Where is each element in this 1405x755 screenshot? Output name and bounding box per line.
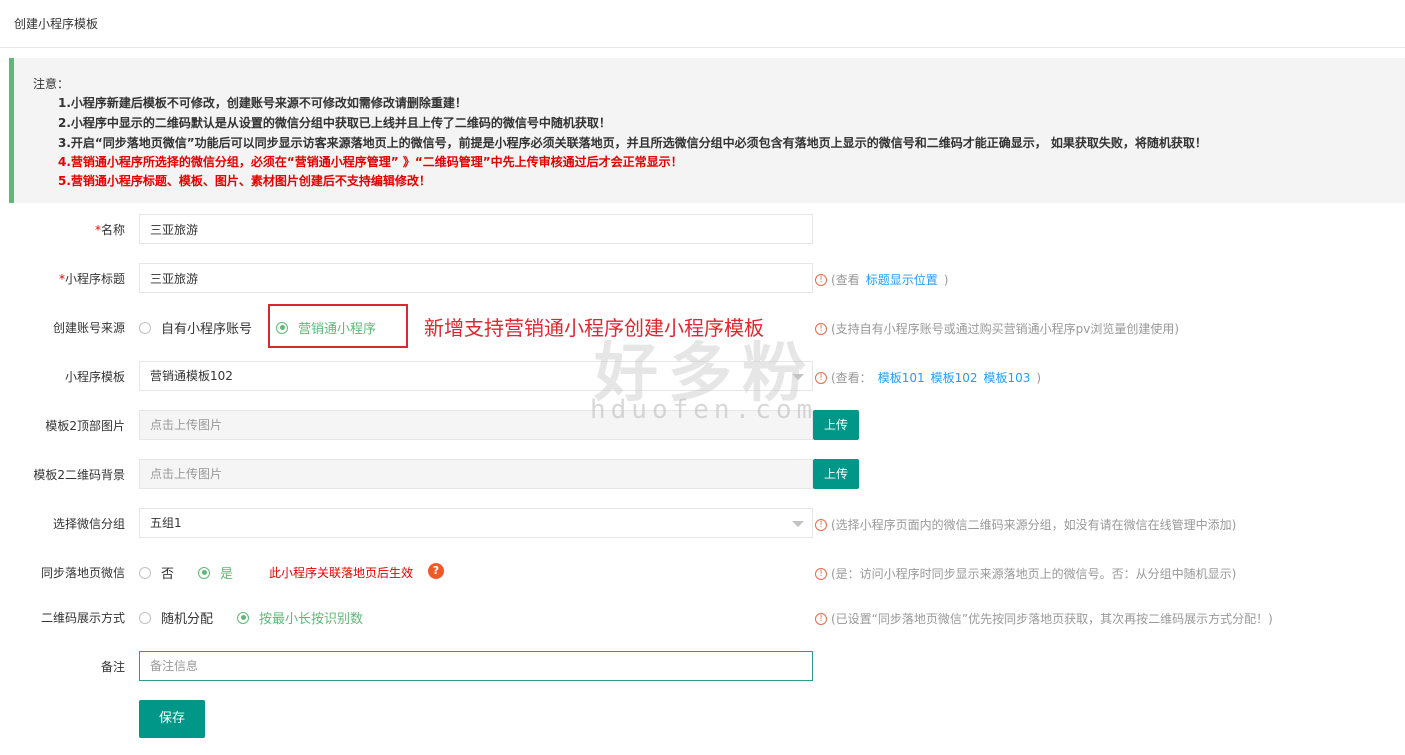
top-image-upload-button[interactable]: 上传 bbox=[813, 410, 859, 440]
title-label-text: 小程序标题 bbox=[64, 272, 125, 286]
radio-label: 随机分配 bbox=[161, 612, 214, 627]
hint-prefix: (查看： bbox=[831, 371, 872, 385]
wechat-group-select[interactable]: 五组1 bbox=[139, 508, 813, 538]
info-circle-icon: ! bbox=[815, 371, 827, 384]
notice-line: 2.小程序中显示的二维码默认是从设置的微信分组中获取已上线并且上传了二维码的微信… bbox=[58, 116, 611, 130]
radio-label: 自有小程序账号 bbox=[161, 322, 253, 337]
top-image-label: 模板2顶部图片 bbox=[45, 419, 125, 433]
radio-circle-icon bbox=[139, 611, 151, 624]
chevron-down-icon bbox=[792, 521, 804, 527]
hint-suffix: ) bbox=[1036, 370, 1042, 385]
radio-random[interactable]: 随机分配 bbox=[139, 608, 213, 627]
radio-own-account[interactable]: 自有小程序账号 bbox=[139, 318, 252, 337]
template-label: 小程序模板 bbox=[64, 370, 125, 384]
title-hint: ! (查看 标题显示位置 ) bbox=[815, 271, 948, 288]
wechat-group-label: 选择微信分组 bbox=[52, 517, 125, 531]
template-101-link[interactable]: 模板101 bbox=[878, 369, 925, 386]
hint-text: (是：访问小程序时同步显示来源落地页上的微信号。否：从分组中随机显示) bbox=[831, 567, 1237, 581]
source-label: 创建账号来源 bbox=[52, 321, 125, 335]
template-102-link[interactable]: 模板102 bbox=[931, 369, 978, 386]
sync-radio-group: 否 是 bbox=[139, 563, 233, 582]
page-title: 创建小程序模板 bbox=[14, 17, 99, 31]
radio-sync-no[interactable]: 否 bbox=[139, 563, 174, 582]
radio-checked-icon bbox=[198, 566, 211, 579]
radio-label: 否 bbox=[161, 567, 175, 582]
question-circle-icon[interactable]: ? bbox=[428, 563, 444, 579]
qr-mode-label: 二维码展示方式 bbox=[40, 611, 125, 625]
radio-circle-icon bbox=[139, 321, 151, 334]
notice-line-warning: 4.营销通小程序所选择的微信分组，必须在“营销通小程序管理” 》“二维码管理”中… bbox=[58, 155, 683, 169]
info-circle-icon: ! bbox=[815, 322, 827, 335]
source-hint: ! (支持自有小程序账号或通过购买营销通小程序pv浏览量创建使用) bbox=[815, 320, 1179, 337]
template-103-link[interactable]: 模板103 bbox=[984, 369, 1031, 386]
radio-label: 按最小长按识别数 bbox=[259, 612, 364, 627]
title-label: *小程序标题 bbox=[59, 270, 125, 287]
hint-text: (选择小程序页面内的微信二维码来源分组，如没有请在微信在线管理中添加) bbox=[831, 518, 1237, 532]
radio-min-scan[interactable]: 按最小长按识别数 bbox=[237, 608, 363, 627]
page-header: 创建小程序模板 bbox=[0, 0, 1405, 48]
info-circle-icon: ! bbox=[815, 567, 827, 580]
remark-label: 备注 bbox=[100, 660, 125, 674]
info-circle-icon: ! bbox=[815, 612, 827, 625]
qr-bg-input[interactable] bbox=[139, 459, 813, 489]
radio-label: 是 bbox=[220, 567, 234, 582]
notice-box: 注意： 1.小程序新建后模板不可修改，创建账号来源不可修改如需修改请删除重建！ … bbox=[9, 58, 1405, 203]
wechat-group-hint: ! (选择小程序页面内的微信二维码来源分组，如没有请在微信在线管理中添加) bbox=[815, 516, 1236, 533]
qr-mode-radio-group: 随机分配 按最小长按识别数 bbox=[139, 608, 363, 627]
notice-line-warning: 5.营销通小程序标题、模板、图片、素材图片创建后不支持编辑修改！ bbox=[58, 174, 431, 188]
notice-line: 3.开启“同步落地页微信”功能后可以同步显示访客来源落地页上的微信号，前提是小程… bbox=[58, 136, 1207, 150]
qr-bg-label: 模板2二维码背景 bbox=[33, 468, 125, 482]
radio-sync-yes[interactable]: 是 bbox=[198, 563, 233, 582]
template-select-value: 营销通模板102 bbox=[150, 369, 233, 383]
sync-effect-note: 此小程序关联落地页后生效 bbox=[269, 566, 414, 580]
name-input[interactable] bbox=[139, 214, 813, 244]
hint-prefix: (查看 bbox=[831, 273, 860, 287]
name-label: *名称 bbox=[95, 221, 125, 238]
qr-mode-hint: ! (已设置“同步落地页微信”优先按同步落地页获取，其次再按二维码展示方式分配！… bbox=[815, 610, 1273, 627]
title-input[interactable] bbox=[139, 263, 813, 293]
hint-suffix: ) bbox=[943, 272, 949, 287]
watermark-url: hduofen.com bbox=[590, 395, 818, 425]
info-circle-icon: ! bbox=[815, 518, 827, 531]
radio-circle-icon bbox=[139, 566, 151, 579]
title-position-link[interactable]: 标题显示位置 bbox=[866, 271, 938, 288]
wechat-group-value: 五组1 bbox=[150, 516, 182, 530]
sync-label: 同步落地页微信 bbox=[40, 566, 125, 580]
sync-hint: ! (是：访问小程序时同步显示来源落地页上的微信号。否：从分组中随机显示) bbox=[815, 565, 1236, 582]
name-label-text: 名称 bbox=[100, 223, 125, 237]
notice-line: 1.小程序新建后模板不可修改，创建账号来源不可修改如需修改请删除重建！ bbox=[58, 96, 467, 110]
hint-text: (已设置“同步落地页微信”优先按同步落地页获取，其次再按二维码展示方式分配！) bbox=[831, 612, 1273, 626]
save-button[interactable]: 保存 bbox=[139, 700, 205, 738]
template-hint: ! (查看： 模板101 模板102 模板103 ) bbox=[815, 369, 1041, 386]
notice-heading: 注意： bbox=[33, 77, 70, 91]
radio-checked-icon bbox=[237, 611, 250, 624]
highlight-box bbox=[268, 304, 408, 348]
qr-bg-upload-button[interactable]: 上传 bbox=[813, 459, 859, 489]
info-circle-icon: ! bbox=[815, 273, 827, 286]
remark-input[interactable] bbox=[139, 651, 813, 681]
hint-text: (支持自有小程序账号或通过购买营销通小程序pv浏览量创建使用) bbox=[831, 322, 1180, 336]
